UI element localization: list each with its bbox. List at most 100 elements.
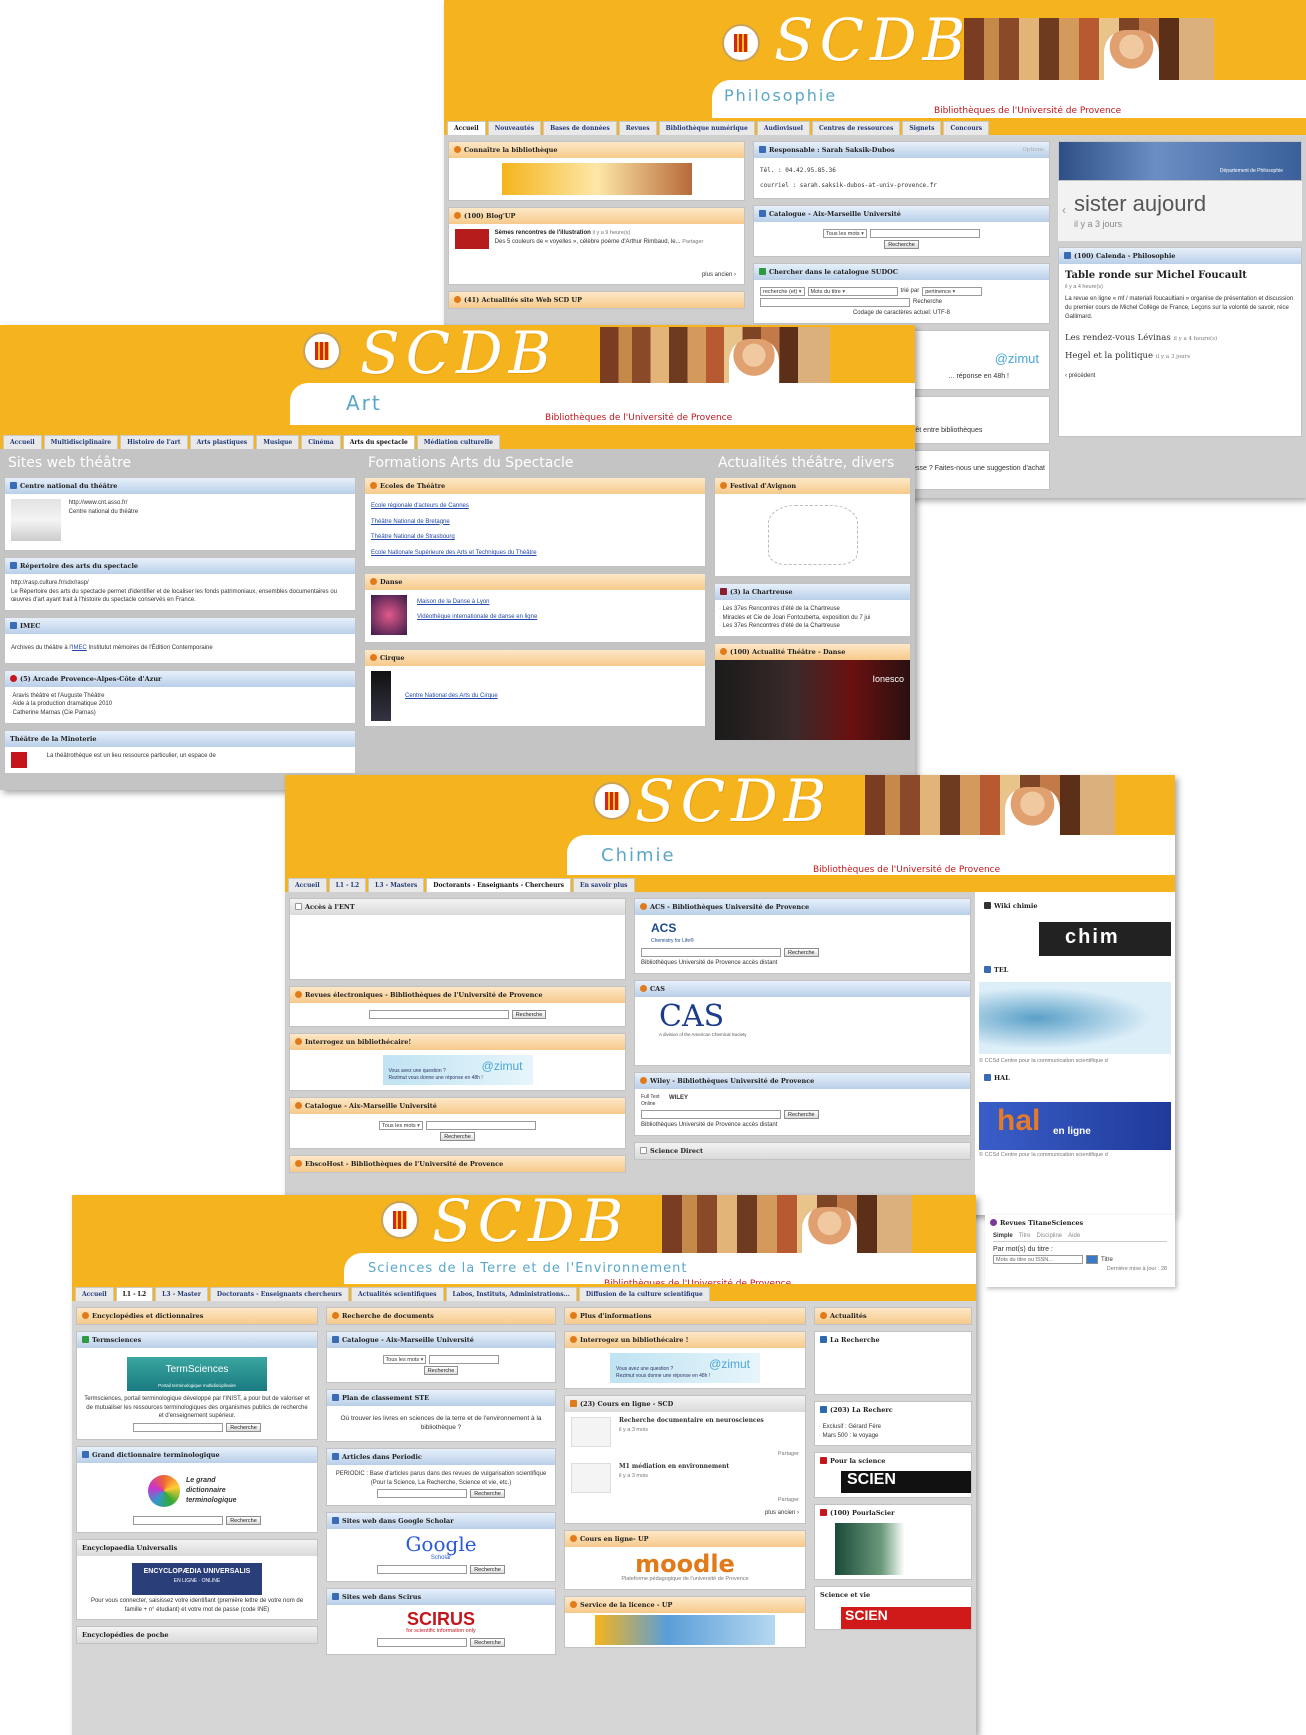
course-thumbnail[interactable] <box>571 1462 611 1493</box>
slideshow-title[interactable]: sister aujourd <box>1074 191 1206 217</box>
licence-banner[interactable] <box>595 1614 775 1645</box>
scholar-button[interactable]: Recherche <box>470 1564 505 1574</box>
titane-tab-0[interactable]: Simple <box>993 1233 1013 1239</box>
cas-logo[interactable]: CAS <box>659 1001 964 1032</box>
pls-feed-image[interactable] <box>835 1523 951 1576</box>
termsciences-input[interactable] <box>133 1423 224 1433</box>
list-item[interactable]: Exclusif : Gérard Fére <box>819 1423 965 1432</box>
scirus-logo[interactable]: SCIRUS <box>333 1610 549 1628</box>
options-link[interactable]: Options <box>1022 142 1044 158</box>
blog-thumbnail[interactable] <box>455 229 489 249</box>
danse-thumbnail[interactable] <box>371 595 407 636</box>
titane-search-input[interactable]: Mots du titre ou ISSN... <box>993 1255 1083 1264</box>
scdb-banner-thumb[interactable] <box>501 163 692 195</box>
zimut-logo[interactable]: @zimut <box>995 351 1039 366</box>
older-link[interactable]: plus ancien › <box>571 1509 799 1518</box>
event-item-title[interactable]: Les rendez-vous Lévinas <box>1065 333 1171 343</box>
moodle-logo[interactable]: moodle <box>571 1552 799 1576</box>
tab-art-4[interactable]: Musique <box>256 435 300 449</box>
wiley-logo[interactable]: Full Text Online WILEY <box>641 1094 964 1109</box>
acs-logo[interactable]: ACS Chemistry for Life® <box>651 920 964 946</box>
link-item[interactable]: Centre National des Arts du Cirque <box>405 692 498 701</box>
wiley-search-input[interactable] <box>641 1110 781 1120</box>
tab-chimie-1[interactable]: L1 - L2 <box>328 878 367 892</box>
tab-philosophie-5[interactable]: Audiovisuel <box>756 121 810 135</box>
cirque-thumbnail[interactable] <box>371 671 391 722</box>
tab-chimie-4[interactable]: En savoir plus <box>573 878 635 892</box>
minoterie-logo[interactable] <box>11 751 27 768</box>
gdt-logo[interactable]: Le grand dictionnaire terminologique <box>83 1468 311 1514</box>
tab-ste-3[interactable]: Doctorants - Enseignants chercheurs <box>209 1287 349 1301</box>
scirus-button[interactable]: Recherche <box>470 1637 505 1647</box>
rasp-url[interactable]: http://rasp.culture.fr/sdx/rasp/ <box>11 579 349 588</box>
wiley-search-button[interactable]: Recherche <box>784 1110 819 1120</box>
sev-logo[interactable]: SCIEN <box>841 1607 971 1630</box>
tab-philosophie-0[interactable]: Accueil <box>447 121 486 135</box>
search-mode-select[interactable]: Tous les mots <box>823 229 867 238</box>
share-link[interactable]: Partager <box>571 1451 799 1459</box>
tel-banner[interactable] <box>979 982 1171 1054</box>
list-item[interactable]: Miracles et Cie de Joan Fontcuberta, exp… <box>719 614 904 623</box>
google-scholar-logo[interactable]: Google <box>333 1534 549 1554</box>
event-item-title[interactable]: Hegel et la politique <box>1065 351 1153 361</box>
event-title[interactable]: Table ronde sur Michel Foucault <box>1065 269 1295 284</box>
tab-ste-5[interactable]: Labos, Instituts, Administrations... <box>445 1287 577 1301</box>
wiki-banner[interactable]: chim <box>1039 922 1171 956</box>
list-item[interactable]: Mars 500 : le voyage <box>819 1432 965 1441</box>
list-item[interactable]: Aide à la production dramatique 2010 <box>9 700 349 709</box>
tab-ste-2[interactable]: L3 - Master <box>155 1287 208 1301</box>
tab-philosophie-4[interactable]: Bibliothèque numérique <box>658 121 755 135</box>
search-input[interactable] <box>429 1355 500 1364</box>
acs-search-button[interactable]: Recherche <box>784 948 819 958</box>
course-item[interactable]: Recherche documentaire en neurosciences i… <box>571 1417 799 1451</box>
gdt-input[interactable] <box>133 1516 224 1526</box>
search-mode-select[interactable]: Tous les mots <box>379 1121 423 1130</box>
tab-art-0[interactable]: Accueil <box>3 435 42 449</box>
course-title[interactable]: M1 médiation en environnement <box>619 1463 729 1470</box>
tab-ste-1[interactable]: L1 - L2 <box>115 1287 154 1301</box>
scholar-input[interactable] <box>377 1564 468 1574</box>
sudoc-field-select[interactable]: Mots du titre <box>807 287 898 296</box>
search-input[interactable] <box>869 229 980 238</box>
older-link[interactable]: plus ancien › <box>702 271 736 280</box>
tab-chimie-2[interactable]: L3 - Masters <box>368 878 425 892</box>
tab-art-3[interactable]: Arts plastiques <box>189 435 255 449</box>
avignon-hand-image[interactable] <box>767 505 858 565</box>
list-item[interactable]: Aravis théâtre et l'Auguste Théâtre <box>9 692 349 701</box>
search-button[interactable]: Recherche <box>884 240 919 249</box>
titane-tab-2[interactable]: Discipline <box>1036 1233 1062 1239</box>
universalis-logo[interactable]: ENCYCLOPÆDIA UNIVERSALIS EN LIGNE · ONLIN… <box>132 1563 262 1596</box>
sort-select[interactable]: pertinence <box>922 287 983 296</box>
search-mode-select[interactable]: Tous les mots <box>382 1355 427 1364</box>
tab-art-1[interactable]: Multidisciplinaire <box>43 435 119 449</box>
tab-philosophie-6[interactable]: Centres de ressources <box>811 121 901 135</box>
tab-art-7[interactable]: Médiation culturelle <box>416 435 500 449</box>
tab-philosophie-8[interactable]: Concours <box>943 121 990 135</box>
tab-ste-4[interactable]: Actualités scientifiques <box>350 1287 444 1301</box>
previous-link[interactable]: ‹ précédent <box>1065 372 1295 381</box>
tab-chimie-0[interactable]: Accueil <box>288 878 327 892</box>
imec-link[interactable]: IMEC <box>72 645 87 651</box>
scirus-input[interactable] <box>377 1637 468 1647</box>
list-item[interactable]: Les 37es Rencontres d'été de la Chartreu… <box>719 622 904 631</box>
course-item[interactable]: M1 médiation en environnement il y a 3 mo… <box>571 1462 799 1497</box>
sudoc-operator-select[interactable]: recherche (et) <box>760 287 805 296</box>
share-link[interactable]: Partager <box>682 239 703 245</box>
tab-chimie-3[interactable]: Doctorants - Enseignants - Chercheurs <box>426 878 572 892</box>
course-thumbnail[interactable] <box>571 1417 611 1447</box>
search-button[interactable]: Recherche <box>440 1132 475 1141</box>
course-title[interactable]: Recherche documentaire en neurosciences <box>619 1417 764 1424</box>
tab-philosophie-1[interactable]: Nouveautés <box>487 121 542 135</box>
revues-search-button[interactable]: Recherche <box>511 1010 547 1019</box>
prev-arrow-icon[interactable]: ‹ <box>1062 203 1066 217</box>
link-item[interactable]: Ecole régionale d'acteurs de Cannes <box>371 499 699 515</box>
termsciences-logo[interactable]: TermSciences Portail terminologique multi… <box>127 1357 267 1391</box>
tab-philosophie-3[interactable]: Revues <box>618 121 657 135</box>
tab-philosophie-2[interactable]: Bases de données <box>543 121 617 135</box>
list-item[interactable]: Les 37es Rencontres d'été de la Chartreu… <box>719 605 904 614</box>
tab-art-2[interactable]: Histoire de l'art <box>120 435 188 449</box>
tab-philosophie-7[interactable]: Signets <box>902 121 942 135</box>
tab-ste-0[interactable]: Accueil <box>75 1287 114 1301</box>
gdt-button[interactable]: Recherche <box>226 1516 261 1526</box>
list-item[interactable]: Catherine Marnas (Cie Parnas) <box>9 709 349 718</box>
